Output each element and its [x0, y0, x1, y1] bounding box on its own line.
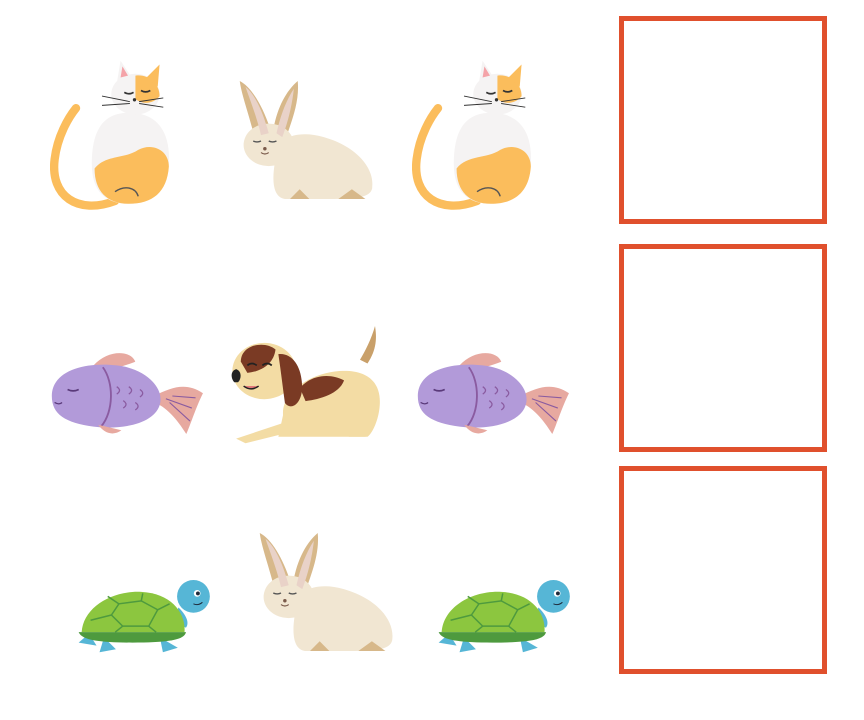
row-3-item-2	[252, 528, 397, 656]
answer-box-row-1[interactable]	[619, 16, 827, 224]
row-2-item-3	[408, 345, 576, 447]
row-1-item-2	[232, 76, 377, 204]
row-1-item-1	[50, 52, 180, 220]
cat-icon	[50, 52, 180, 220]
turtle-icon	[412, 574, 598, 656]
dog-icon	[224, 326, 389, 448]
rabbit-icon	[252, 528, 397, 656]
rabbit-icon	[232, 76, 377, 204]
turtle-icon	[52, 574, 238, 656]
row-2-item-1	[42, 345, 210, 447]
cat-icon	[412, 52, 542, 220]
answer-box-row-2[interactable]	[619, 244, 827, 452]
row-2-item-2	[224, 326, 389, 448]
answer-box-row-3[interactable]	[619, 466, 827, 674]
row-3-item-3	[412, 574, 598, 656]
row-1-item-3	[412, 52, 542, 220]
fish-icon	[42, 345, 210, 447]
row-3-item-1	[52, 574, 238, 656]
fish-icon	[408, 345, 576, 447]
